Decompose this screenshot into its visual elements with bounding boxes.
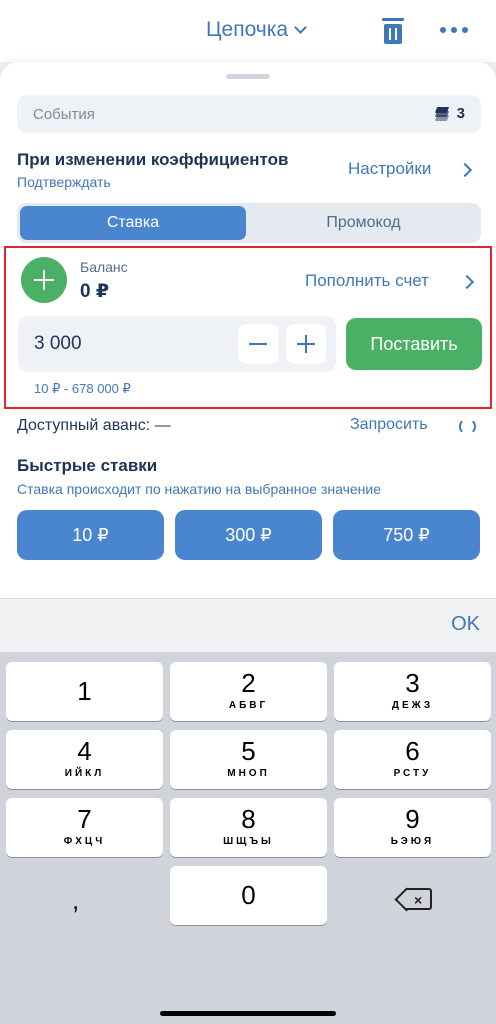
backspace-icon[interactable]: × — [400, 888, 432, 910]
chain-title-dropdown[interactable]: Цепочка — [206, 18, 307, 42]
bet-amount-value: 3 000 — [34, 333, 82, 354]
quick-bet-button[interactable]: 750 ₽ — [333, 510, 480, 560]
key-1[interactable]: 1 — [6, 662, 163, 721]
chevron-right-icon — [457, 162, 473, 178]
top-up-link[interactable]: Пополнить счет — [305, 271, 429, 291]
quick-bets-hint: Ставка происходит по нажатию на выбранно… — [17, 481, 381, 497]
chevron-right-icon — [459, 274, 475, 290]
key-3[interactable]: 3 ДЕЖЗ — [334, 662, 491, 721]
quick-bets-title: Быстрые ставки — [17, 456, 158, 475]
increase-amount-button[interactable] — [286, 324, 326, 364]
refresh-icon[interactable] — [459, 418, 476, 435]
tab-promocode[interactable]: Промокод — [249, 206, 478, 240]
events-count: 3 — [456, 105, 465, 122]
key-7[interactable]: 7 ФХЦЧ — [6, 798, 163, 857]
bet-range: 10 ₽ - 678 000 ₽ — [34, 381, 131, 396]
add-funds-plus-icon[interactable] — [21, 257, 67, 303]
chevron-down-icon — [294, 21, 307, 34]
odds-change-mode: Подтверждать — [17, 174, 111, 190]
keyboard-toolbar: OK — [0, 598, 496, 652]
balance-value: 0 ₽ — [80, 281, 110, 302]
place-bet-button[interactable]: Поставить — [346, 318, 482, 370]
balance-label: Баланс — [80, 259, 128, 275]
key-2[interactable]: 2 АБВГ — [170, 662, 327, 721]
layers-icon — [434, 106, 449, 121]
more-icon[interactable] — [440, 27, 468, 33]
quick-bet-button[interactable]: 300 ₽ — [175, 510, 322, 560]
odds-change-title: При изменении коэффициентов — [17, 150, 289, 169]
key-9[interactable]: 9 ЬЭЮЯ — [334, 798, 491, 857]
key-6[interactable]: 6 РСТУ — [334, 730, 491, 789]
bet-slip-sheet: События 3 При изменении коэффициентов По… — [0, 62, 496, 598]
key-4[interactable]: 4 ИЙКЛ — [6, 730, 163, 789]
key-5[interactable]: 5 МНОП — [170, 730, 327, 789]
numeric-keypad: 1 2 АБВГ 3 ДЕЖЗ 4 ИЙКЛ 5 МНОП 6 РСТУ 7 ФХЦЧ 8Ш… — [0, 652, 496, 1024]
key-8[interactable]: 8 ШЩЪЫ — [170, 798, 327, 857]
sheet-grabber[interactable] — [226, 74, 270, 79]
events-label: События — [33, 106, 95, 123]
home-indicator[interactable] — [160, 1011, 336, 1016]
decrease-amount-button[interactable] — [238, 324, 278, 364]
tab-bet[interactable]: Ставка — [20, 206, 246, 240]
key-comma[interactable]: , — [72, 885, 79, 916]
key-0[interactable]: 0 — [170, 866, 327, 925]
events-count-badge: 3 — [434, 105, 465, 122]
bet-amount-field[interactable]: 3 000 — [18, 316, 336, 372]
balance-bet-panel: Баланс 0 ₽ Пополнить счет 3 000 Поставит… — [4, 246, 492, 409]
available-advance: Доступный аванс: — — [17, 417, 171, 434]
bet-type-segmented-control: Ставка Промокод — [17, 203, 481, 243]
ok-button[interactable]: OK — [451, 613, 480, 636]
quick-bet-button[interactable]: 10 ₽ — [17, 510, 164, 560]
settings-link[interactable]: Настройки — [348, 159, 431, 179]
chain-title: Цепочка — [206, 18, 289, 41]
navigation-bar: Цепочка — [0, 0, 496, 62]
trash-icon[interactable] — [382, 18, 404, 44]
request-advance-link[interactable]: Запросить — [350, 416, 428, 434]
events-summary[interactable]: События 3 — [17, 95, 481, 133]
